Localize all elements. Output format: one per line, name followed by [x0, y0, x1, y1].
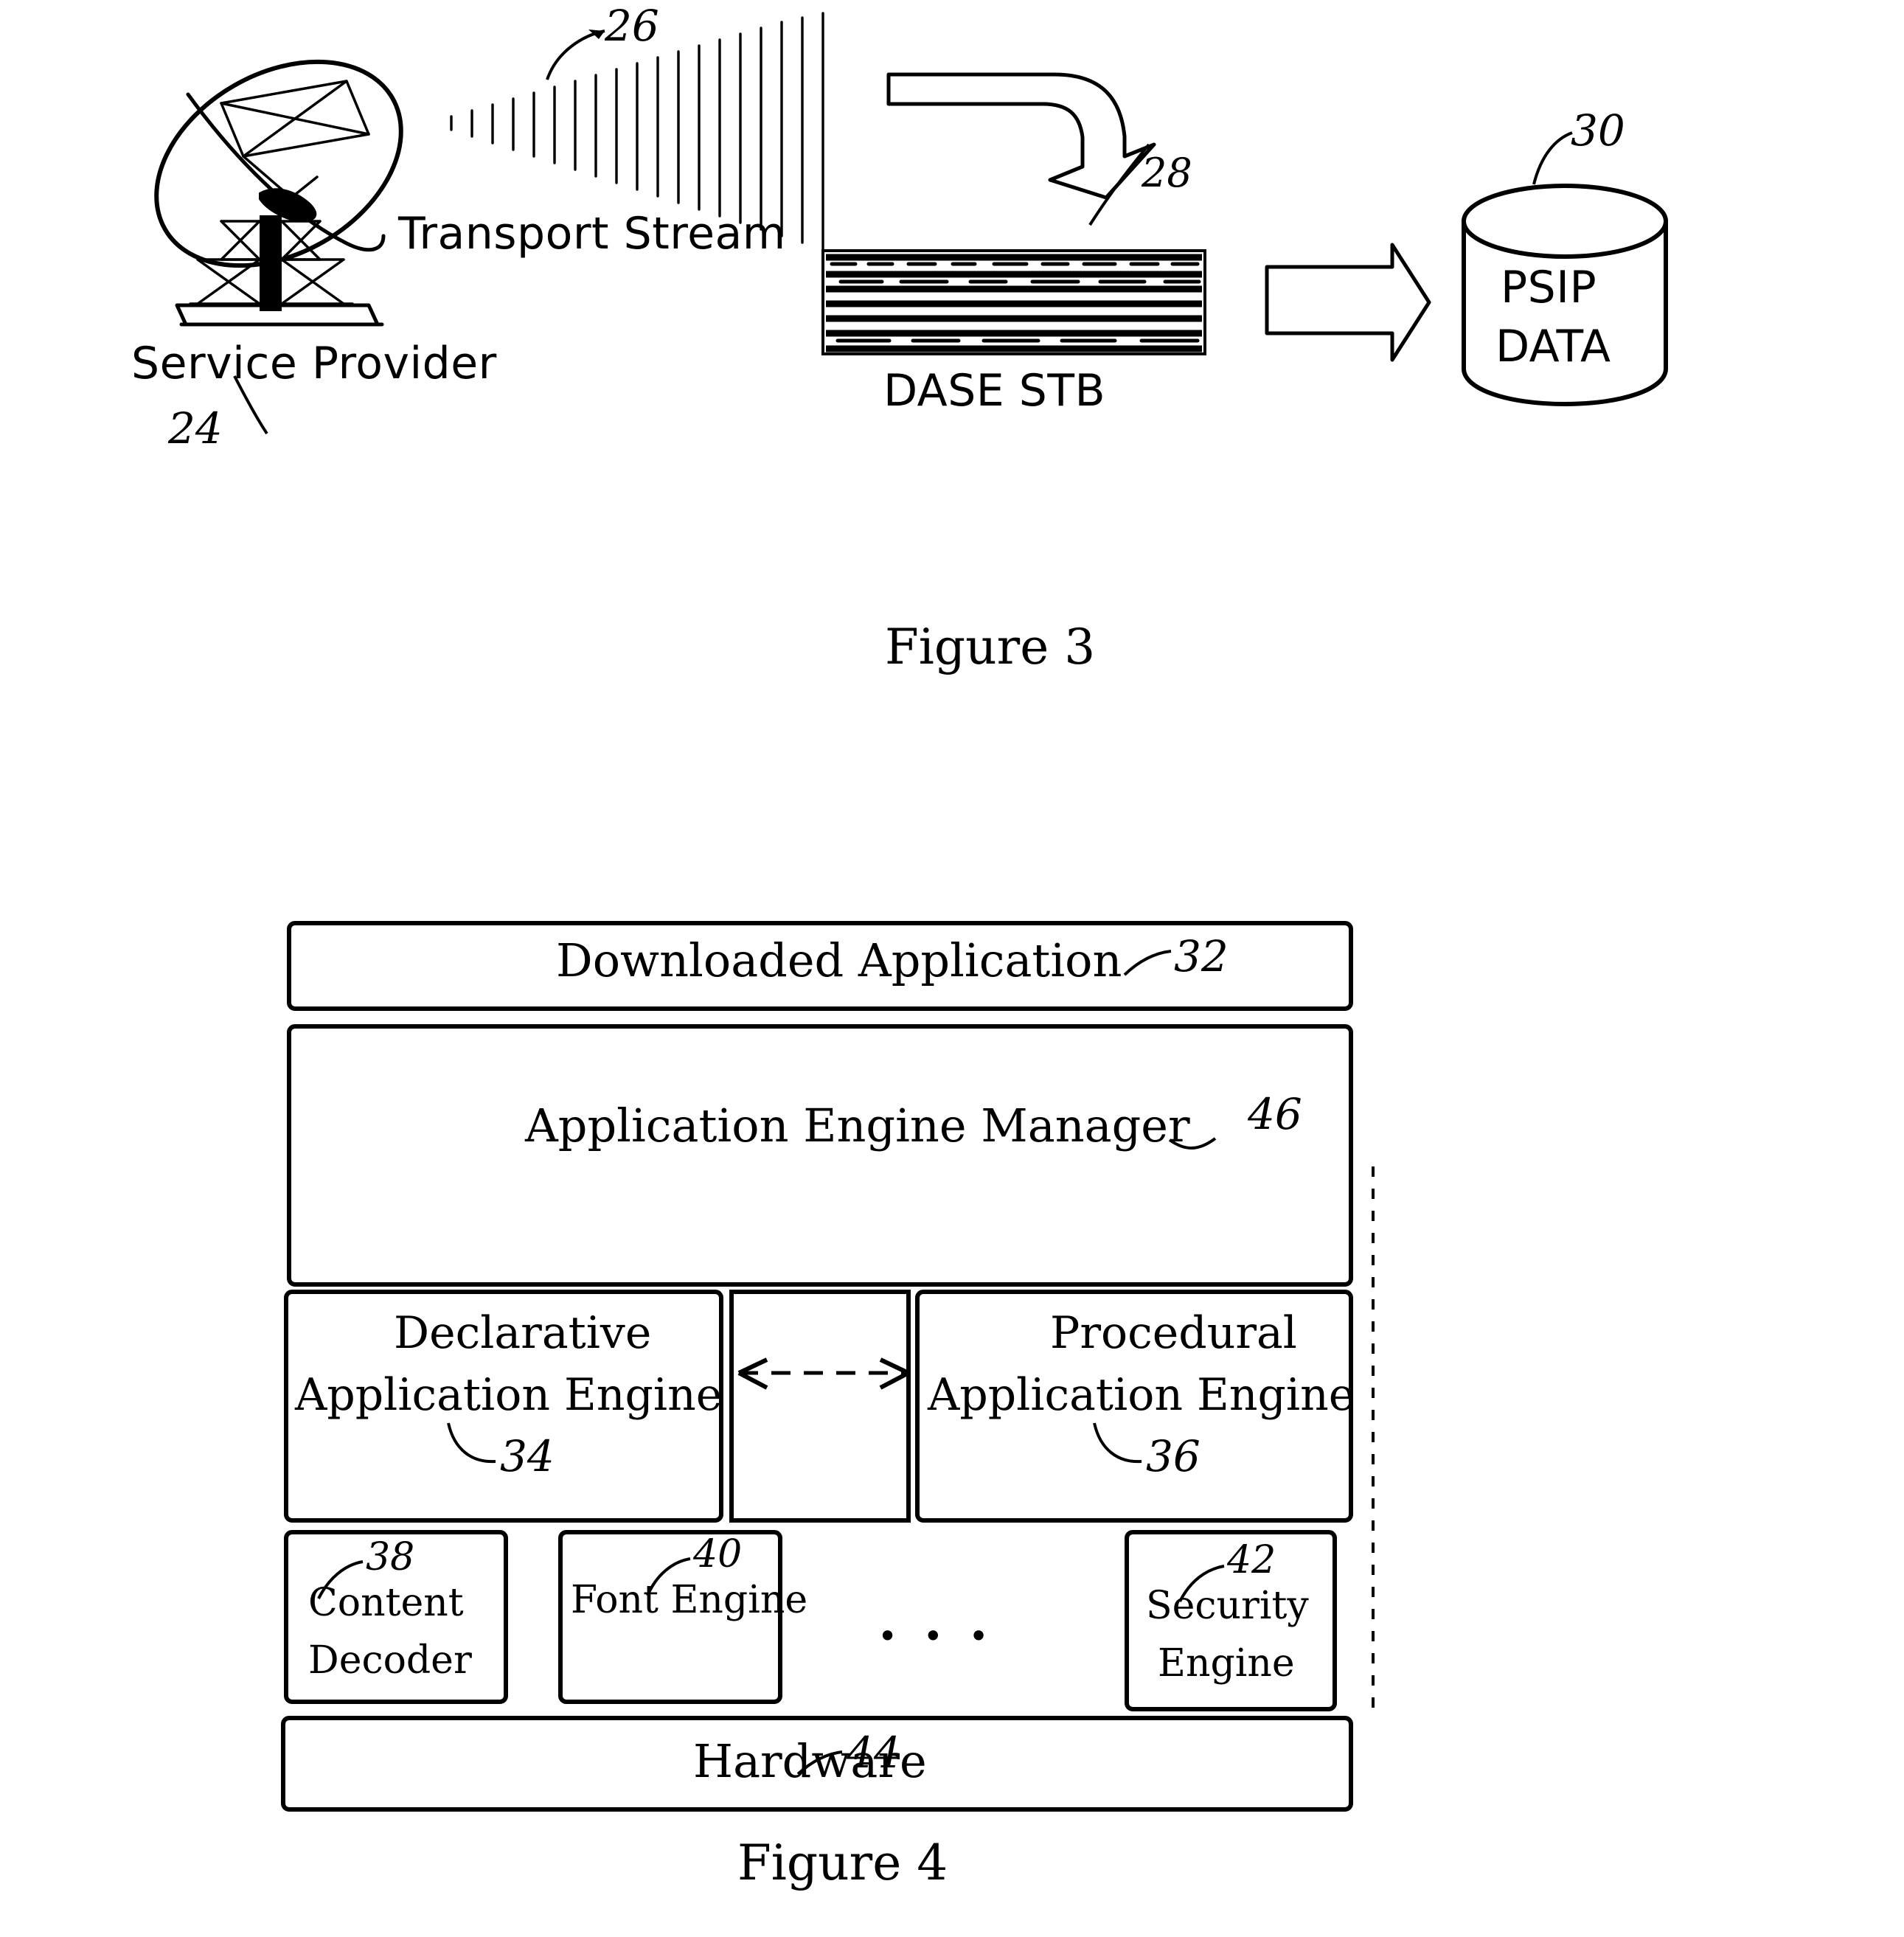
engine-gap-column — [729, 1290, 911, 1523]
ref-numeral-44: 44 — [847, 1728, 901, 1778]
declarative-application-engine-label-line2: Application Engine — [295, 1369, 723, 1421]
ref-numeral-40: 40 — [693, 1532, 743, 1576]
ref-numeral-46: 46 — [1248, 1089, 1302, 1139]
ref-numeral-34: 34 — [500, 1431, 555, 1481]
patent-drawing-sheet: 26 Transport Stream Service Provider 24 … — [0, 0, 1904, 1937]
ref-numeral-32: 32 — [1174, 931, 1229, 981]
security-engine-label-line2: Engine — [1158, 1641, 1295, 1686]
content-decoder-label-line1: Content — [308, 1581, 464, 1625]
procedural-application-engine-label-line2: Application Engine — [928, 1369, 1355, 1421]
ref-numeral-36: 36 — [1146, 1431, 1201, 1481]
application-engine-manager-box — [287, 1024, 1353, 1287]
declarative-application-engine-label-line1: Declarative — [394, 1307, 652, 1359]
ref-numeral-42: 42 — [1227, 1538, 1276, 1582]
content-decoder-label-line2: Decoder — [308, 1638, 472, 1683]
downloaded-application-label: Downloaded Application — [556, 933, 1122, 987]
more-engines-ellipsis: • • • — [878, 1616, 996, 1656]
procedural-application-engine-label-line1: Procedural — [1050, 1307, 1297, 1359]
font-engine-label: Font Engine — [571, 1578, 808, 1622]
figure-4-caption: Figure 4 — [737, 1835, 948, 1891]
ref-numeral-38: 38 — [366, 1535, 415, 1579]
security-engine-label-line1: Security — [1146, 1584, 1309, 1628]
application-engine-manager-label: Application Engine Manager — [525, 1099, 1190, 1152]
